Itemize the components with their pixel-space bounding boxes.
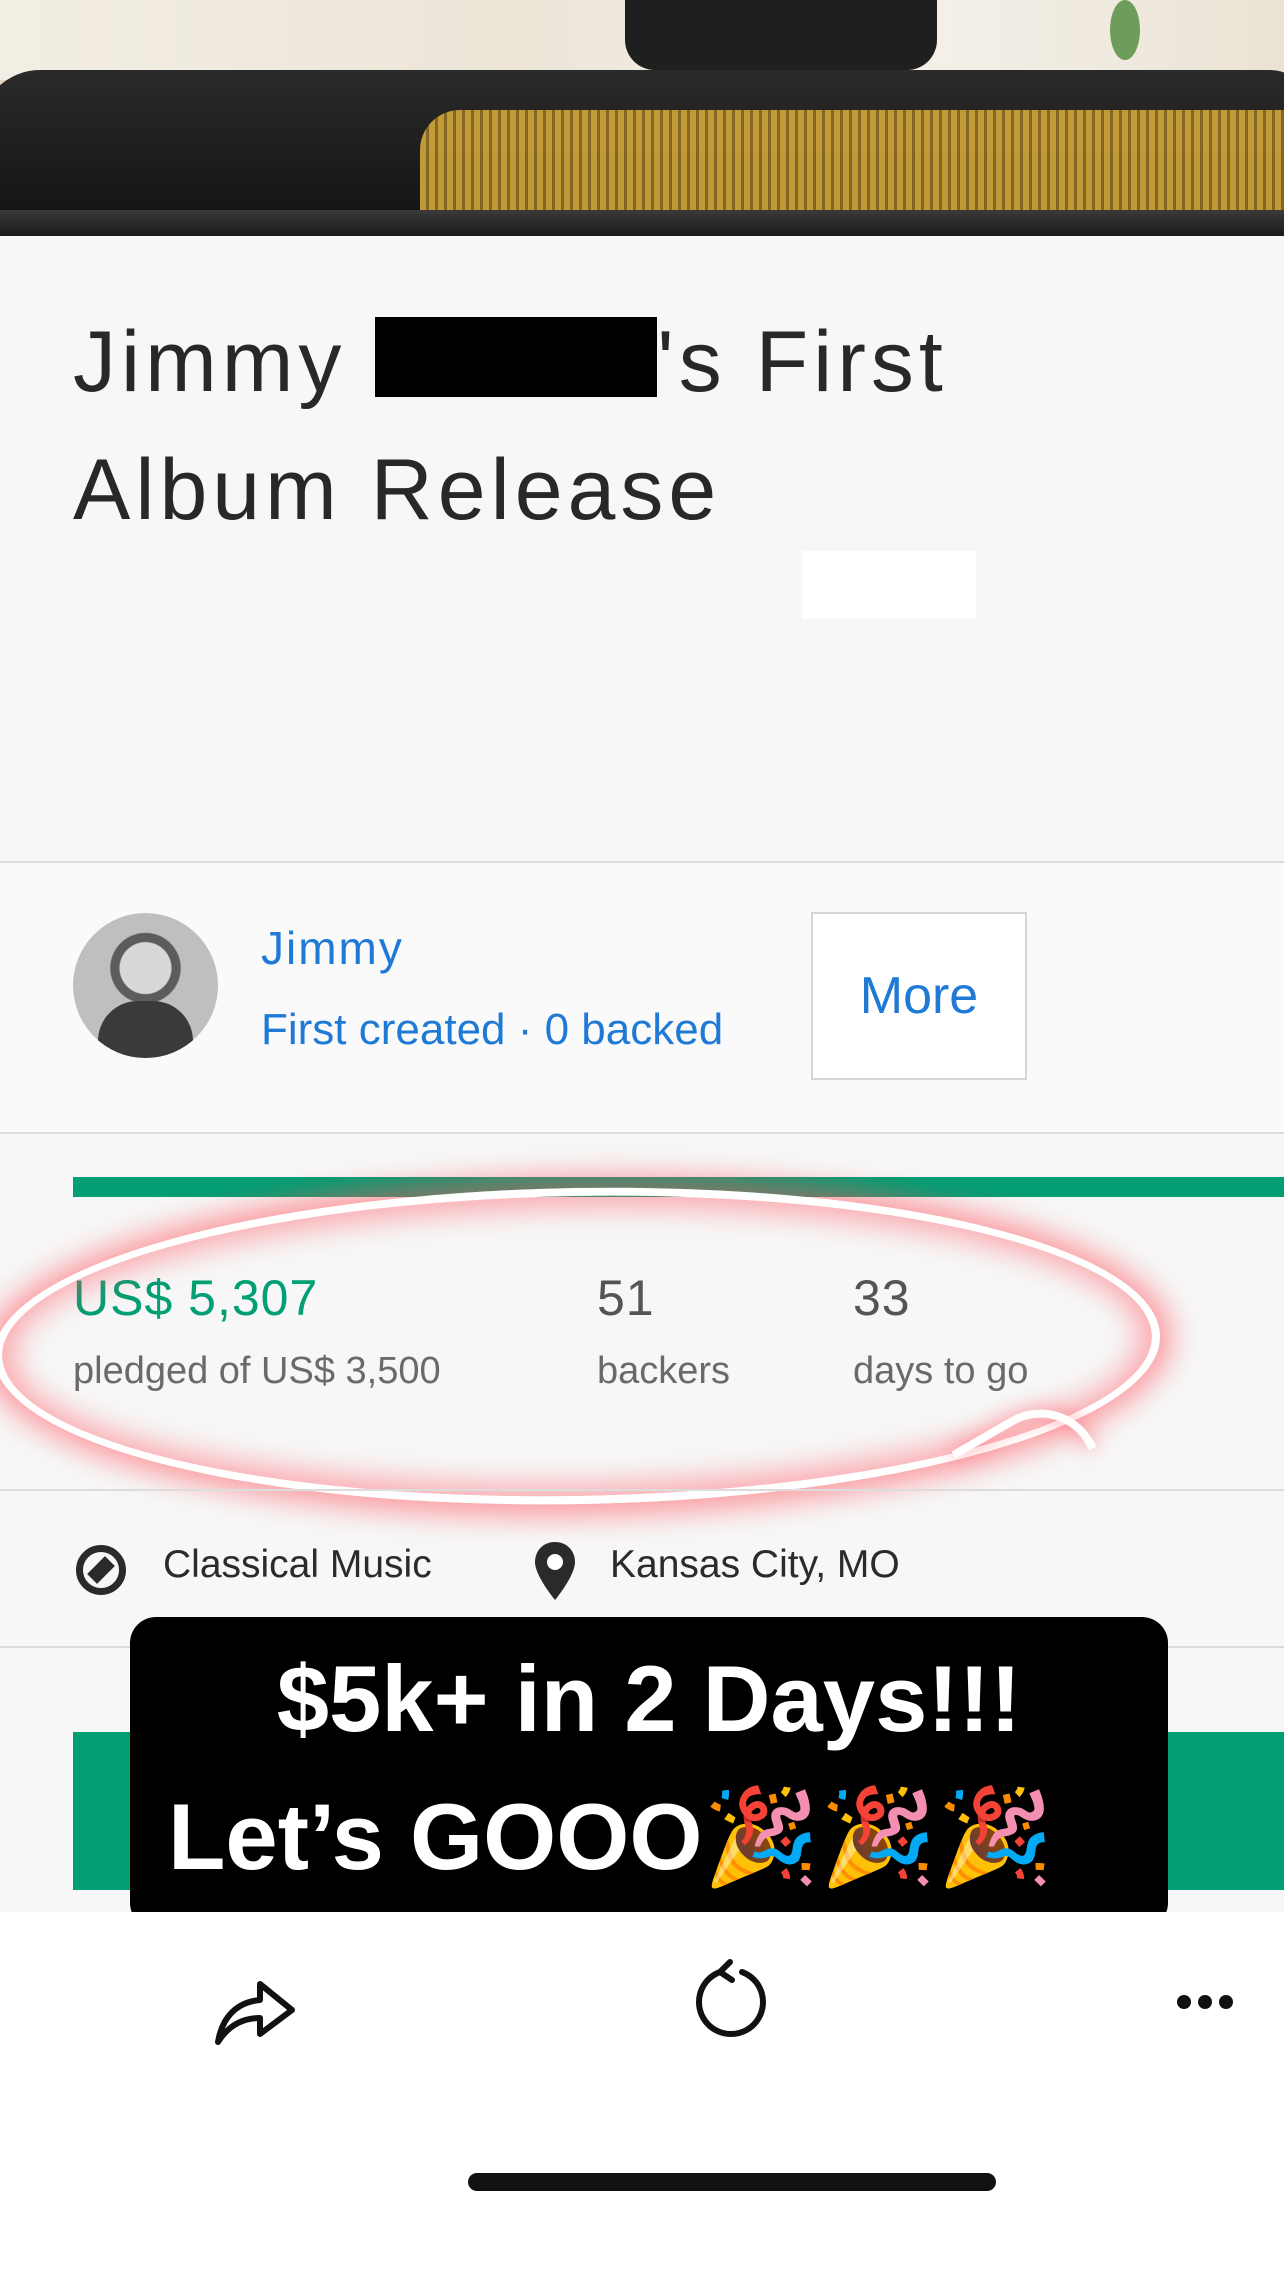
project-title-part2: 's First <box>657 314 948 410</box>
creator-name-link[interactable]: Jimmy <box>261 921 404 975</box>
caption-line1: $5k+ in 2 Days!!! <box>276 1646 1022 1751</box>
location-link[interactable]: Kansas City, MO <box>610 1543 900 1587</box>
project-hero-image <box>0 0 1284 236</box>
share-icon[interactable] <box>212 1968 298 2048</box>
map-pin-icon <box>535 1542 575 1600</box>
home-indicator[interactable] <box>468 2173 996 2191</box>
creator-avatar[interactable] <box>73 913 218 1058</box>
reload-icon[interactable] <box>690 1958 770 2044</box>
project-title-part1: Jimmy <box>73 314 347 410</box>
redacted-white-block <box>802 551 976 619</box>
more-button[interactable]: More <box>811 912 1027 1080</box>
divider <box>0 1132 1284 1134</box>
category-link[interactable]: Classical Music <box>163 1543 432 1587</box>
redacted-name-block <box>375 317 658 397</box>
project-title: Jimmy 's First Album Release <box>73 298 1073 554</box>
compass-icon <box>76 1545 126 1595</box>
story-caption-overlay: $5k+ in 2 Days!!! Let’s GOOO🎉🎉🎉 <box>130 1617 1168 1929</box>
more-icon[interactable] <box>1176 1994 1234 2010</box>
caption-line2: Let’s GOOO🎉🎉🎉 <box>168 1784 1054 1889</box>
project-title-line2: Album Release <box>73 442 722 538</box>
browser-toolbar <box>0 1912 1284 2282</box>
creator-stats-link[interactable]: First created · 0 backed <box>261 1005 723 1055</box>
